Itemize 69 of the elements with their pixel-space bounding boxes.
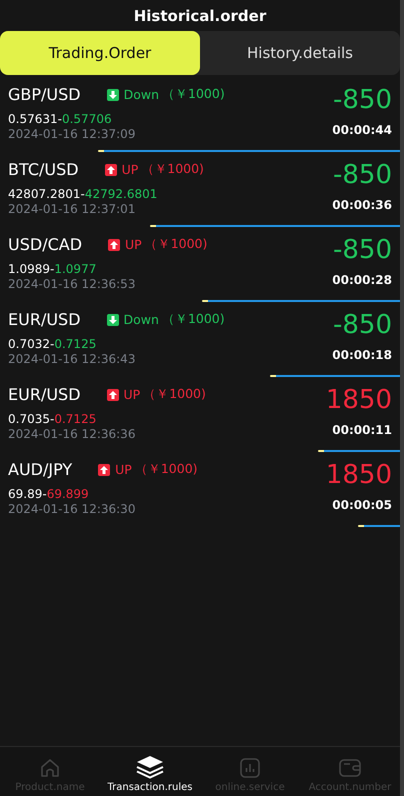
open-price: 0.7032 xyxy=(8,337,50,351)
countdown: 00:00:05 xyxy=(332,498,392,512)
price-separator: - xyxy=(50,262,54,276)
order-time: 2024-01-16 12:37:09 xyxy=(8,127,136,141)
currency-pair: USD/CAD xyxy=(8,235,82,254)
direction-label: Down xyxy=(124,312,159,327)
stake-amount: （￥1000) xyxy=(143,386,206,403)
direction-label: Down xyxy=(124,87,160,102)
profit-amount: -850 xyxy=(332,85,392,115)
stake-amount: （￥1000) xyxy=(141,161,204,178)
profit-amount: 1850 xyxy=(326,385,392,415)
close-price: 0.7125 xyxy=(54,337,96,351)
price-separator: - xyxy=(80,187,85,201)
open-price: 1.0989 xyxy=(8,262,50,276)
countdown: 00:00:28 xyxy=(332,273,392,287)
stake-amount: （￥1000) xyxy=(162,86,225,103)
profit-amount: 1850 xyxy=(326,460,392,490)
countdown: 00:00:44 xyxy=(332,123,392,137)
price-separator: - xyxy=(58,112,62,126)
order-time: 2024-01-16 12:36:36 xyxy=(8,427,136,441)
direction-label: UP xyxy=(124,387,140,402)
close-price: 1.0977 xyxy=(54,262,96,276)
home-icon xyxy=(39,757,61,779)
profit-amount: -850 xyxy=(332,235,392,265)
direction-label: UP xyxy=(115,462,132,477)
nav-item[interactable]: Transaction.rules xyxy=(100,747,200,796)
countdown: 00:00:11 xyxy=(332,423,392,437)
profit-amount: -850 xyxy=(332,160,392,190)
currency-pair: GBP/USD xyxy=(8,85,81,104)
open-price: 0.7035 xyxy=(8,412,50,426)
price-separator: - xyxy=(50,337,54,351)
wallet-icon xyxy=(338,757,362,779)
countdown-progress-line xyxy=(358,525,400,527)
up-arrow-icon xyxy=(98,464,110,476)
close-price: 42792.6801 xyxy=(84,187,158,201)
open-price: 69.89 xyxy=(8,487,42,501)
up-arrow-icon xyxy=(108,238,120,250)
up-arrow-icon xyxy=(104,164,117,176)
direction-label: UP xyxy=(125,237,142,252)
countdown: 00:00:36 xyxy=(332,198,392,212)
stake-amount: （￥1000) xyxy=(144,236,208,253)
open-price: 0.57631 xyxy=(8,112,58,126)
down-arrow-icon xyxy=(106,88,119,100)
currency-pair: EUR/USD xyxy=(8,310,81,329)
down-arrow-icon xyxy=(106,314,119,326)
layers-icon xyxy=(135,755,165,779)
open-price: 42807.2801 xyxy=(8,187,81,201)
close-price: 0.7125 xyxy=(54,412,96,426)
currency-pair: EUR/USD xyxy=(8,385,81,404)
price-separator: - xyxy=(50,412,54,426)
order-time: 2024-01-16 12:36:53 xyxy=(8,277,136,291)
tab[interactable]: History.details xyxy=(200,31,400,75)
up-arrow-icon xyxy=(106,388,119,400)
bar-chart-icon xyxy=(239,757,261,779)
order-time: 2024-01-16 12:36:30 xyxy=(8,502,136,516)
direction-label: UP xyxy=(122,162,138,177)
close-price: 0.57706 xyxy=(62,112,112,126)
close-price: 69.899 xyxy=(46,487,89,501)
price-separator: - xyxy=(42,487,47,501)
page-title: Historical.order xyxy=(132,6,268,27)
order-time: 2024-01-16 12:36:43 xyxy=(8,352,136,366)
stake-amount: （￥1000) xyxy=(134,461,198,478)
profit-amount: -850 xyxy=(332,310,392,340)
countdown: 00:00:18 xyxy=(332,348,392,362)
stake-amount: （￥1000) xyxy=(162,311,225,328)
currency-pair: BTC/USD xyxy=(8,160,79,179)
tab[interactable]: Trading.Order xyxy=(0,31,200,75)
order-time: 2024-01-16 12:37:01 xyxy=(8,202,136,216)
currency-pair: AUD/JPY xyxy=(8,460,72,479)
